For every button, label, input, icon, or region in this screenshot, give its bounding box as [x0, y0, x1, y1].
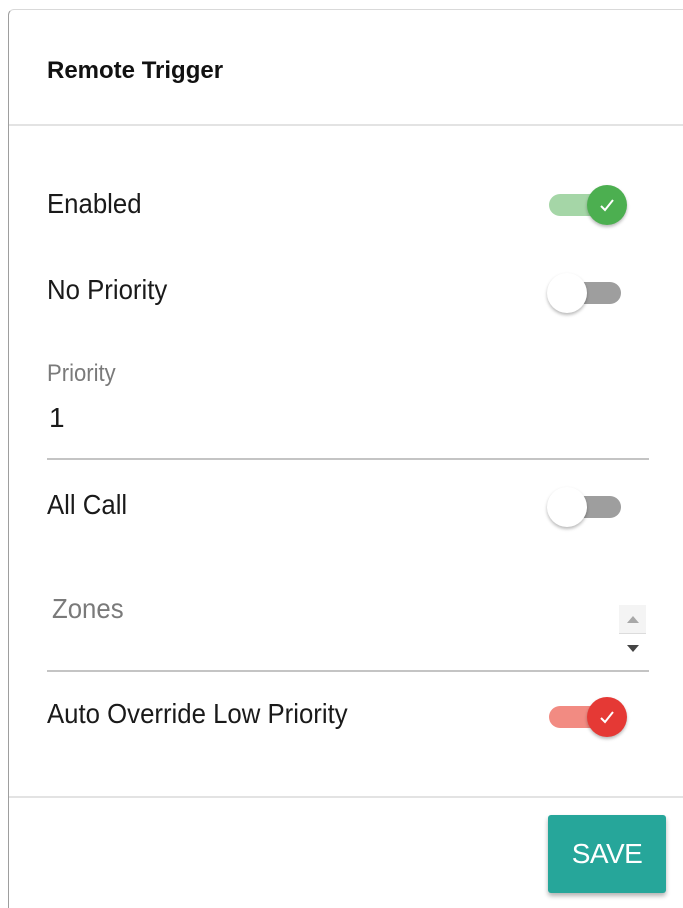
- enabled-label: Enabled: [47, 188, 142, 219]
- no-priority-label: No Priority: [47, 274, 168, 305]
- dialog-title: Remote Trigger: [47, 57, 224, 84]
- priority-input[interactable]: 1: [49, 402, 65, 434]
- auto-override-toggle-thumb: [587, 697, 627, 737]
- remote-trigger-dialog: Remote Trigger Enabled No Priority Prior…: [8, 9, 683, 908]
- dialog-header: Remote Trigger: [9, 10, 683, 126]
- arrow-down-icon: [627, 645, 639, 652]
- all-call-toggle[interactable]: [547, 486, 629, 528]
- priority-label: Priority: [47, 360, 116, 387]
- check-icon: [600, 199, 614, 212]
- arrow-up-icon: [627, 616, 639, 623]
- zones-underline: [47, 670, 649, 672]
- zones-number-spinner[interactable]: [619, 605, 646, 663]
- enabled-toggle[interactable]: [549, 184, 629, 226]
- save-button[interactable]: SAVE: [548, 815, 666, 893]
- spinner-up-button[interactable]: [619, 605, 646, 634]
- auto-override-toggle[interactable]: [549, 696, 629, 738]
- footer-divider: [9, 796, 683, 798]
- enabled-toggle-thumb: [587, 185, 627, 225]
- zones-input[interactable]: Zones: [52, 593, 124, 625]
- no-priority-toggle[interactable]: [547, 272, 629, 314]
- priority-underline: [47, 458, 649, 460]
- check-icon: [600, 711, 614, 724]
- spinner-down-button[interactable]: [619, 634, 646, 662]
- no-priority-toggle-thumb: [547, 273, 587, 313]
- auto-override-label: Auto Override Low Priority: [47, 698, 348, 729]
- all-call-label: All Call: [47, 489, 128, 520]
- all-call-toggle-thumb: [547, 487, 587, 527]
